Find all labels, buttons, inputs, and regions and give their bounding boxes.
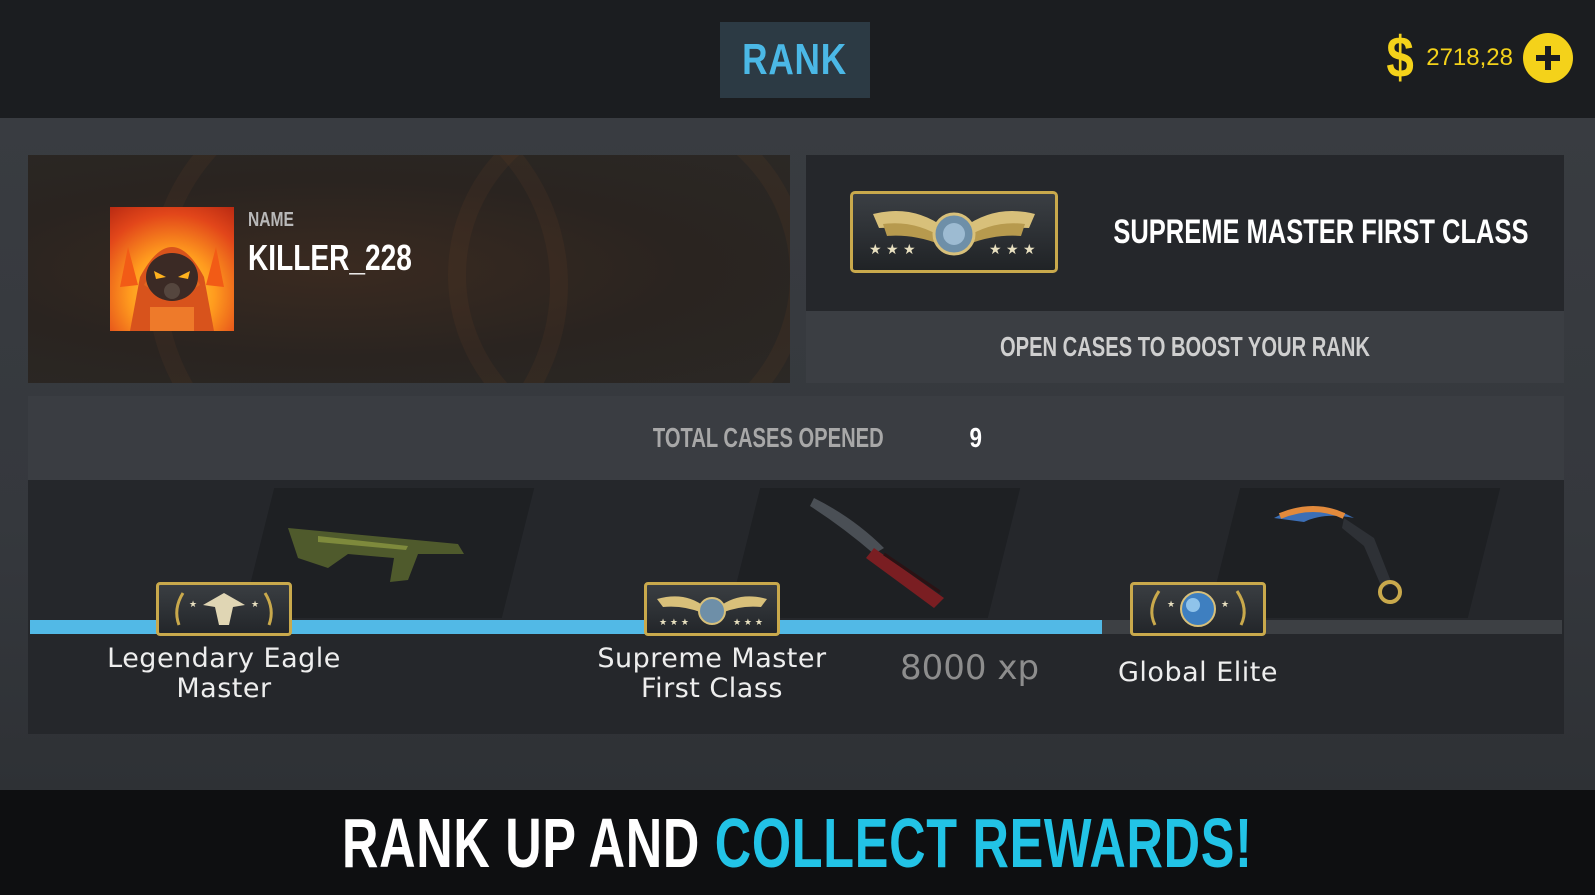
promo-banner: RANK UP AND COLLECT REWARDS!: [0, 790, 1595, 895]
winged-globe-rank-icon: ★ ★ ★ ★ ★ ★: [657, 596, 767, 628]
rank-node-title: Global Elite: [1118, 657, 1278, 688]
rank-badge: ★ ★: [156, 582, 292, 636]
top-bar: RANK $ 2718,28: [0, 0, 1595, 118]
current-rank-name: SUPREME MASTER FIRST CLASS: [1112, 213, 1528, 251]
globe-elite-rank-icon: ★ ★: [1150, 590, 1246, 627]
rank-node-global-elite[interactable]: ★ ★ Global Elite: [1078, 582, 1318, 688]
plus-icon: [1536, 46, 1560, 70]
svg-text:★: ★: [251, 600, 259, 610]
svg-text:★: ★: [1221, 600, 1229, 610]
main-content: NAME KILLER_228 ★ ★ ★ ★ ★ ★ SUPREME MAST…: [0, 118, 1595, 790]
total-cases-value: 9: [970, 422, 983, 453]
balance-value: 2718,28: [1426, 44, 1513, 71]
winged-globe-rank-icon: ★ ★ ★ ★ ★ ★: [869, 211, 1036, 258]
profile-panel: NAME KILLER_228: [28, 155, 790, 383]
rank-badge: ★ ★: [1130, 582, 1266, 636]
name-label: NAME: [248, 209, 294, 231]
total-cases-bar: TOTAL CASES OPENED 9: [28, 396, 1564, 480]
xp-required-label: 8000 xp: [900, 648, 1040, 688]
svg-text:★ ★ ★: ★ ★ ★: [659, 618, 689, 628]
rank-hint: OPEN CASES TO BOOST YOUR RANK: [999, 331, 1371, 362]
svg-text:★ ★ ★: ★ ★ ★: [989, 242, 1036, 258]
current-rank-badge: ★ ★ ★ ★ ★ ★: [850, 191, 1058, 273]
promo-text: RANK UP AND COLLECT REWARDS!: [342, 803, 1253, 883]
rank-badge: ★ ★ ★ ★ ★ ★: [644, 582, 780, 636]
hooded-fire-avatar-icon: [120, 247, 224, 331]
rank-node-legendary-eagle-master[interactable]: ★ ★ Legendary Eagle Master: [104, 582, 344, 704]
promo-text-white: RANK UP AND: [342, 803, 715, 882]
svg-text:★ ★ ★: ★ ★ ★: [869, 242, 916, 258]
player-name: KILLER_228: [248, 237, 412, 278]
svg-text:★: ★: [189, 600, 197, 610]
svg-text:★: ★: [1167, 600, 1175, 610]
svg-text:★ ★ ★: ★ ★ ★: [733, 618, 763, 628]
eagle-rank-icon: ★ ★: [175, 592, 273, 626]
avatar[interactable]: [110, 207, 234, 331]
current-rank-panel: ★ ★ ★ ★ ★ ★ SUPREME MASTER FIRST CLASS: [806, 155, 1564, 311]
rank-hint-bar: OPEN CASES TO BOOST YOUR RANK: [806, 311, 1564, 383]
tab-rank[interactable]: RANK: [720, 22, 870, 98]
currency-display: $ 2718,28: [1384, 28, 1573, 88]
total-cases-label: TOTAL CASES OPENED: [652, 422, 884, 453]
dollar-icon: $: [1386, 25, 1414, 90]
add-coins-button[interactable]: [1523, 33, 1573, 83]
rank-node-title: Legendary Eagle Master: [107, 643, 341, 704]
rank-tab-label: RANK: [742, 35, 848, 84]
rank-progress-panel: TOTAL CASES OPENED 9 ★ ★ Legendary Eagle…: [28, 396, 1564, 734]
rank-node-supreme-master-first-class[interactable]: ★ ★ ★ ★ ★ ★ Supreme Master First Class: [592, 582, 832, 704]
rank-node-title: Supreme Master First Class: [597, 643, 827, 704]
promo-text-cyan: COLLECT REWARDS!: [714, 803, 1253, 882]
